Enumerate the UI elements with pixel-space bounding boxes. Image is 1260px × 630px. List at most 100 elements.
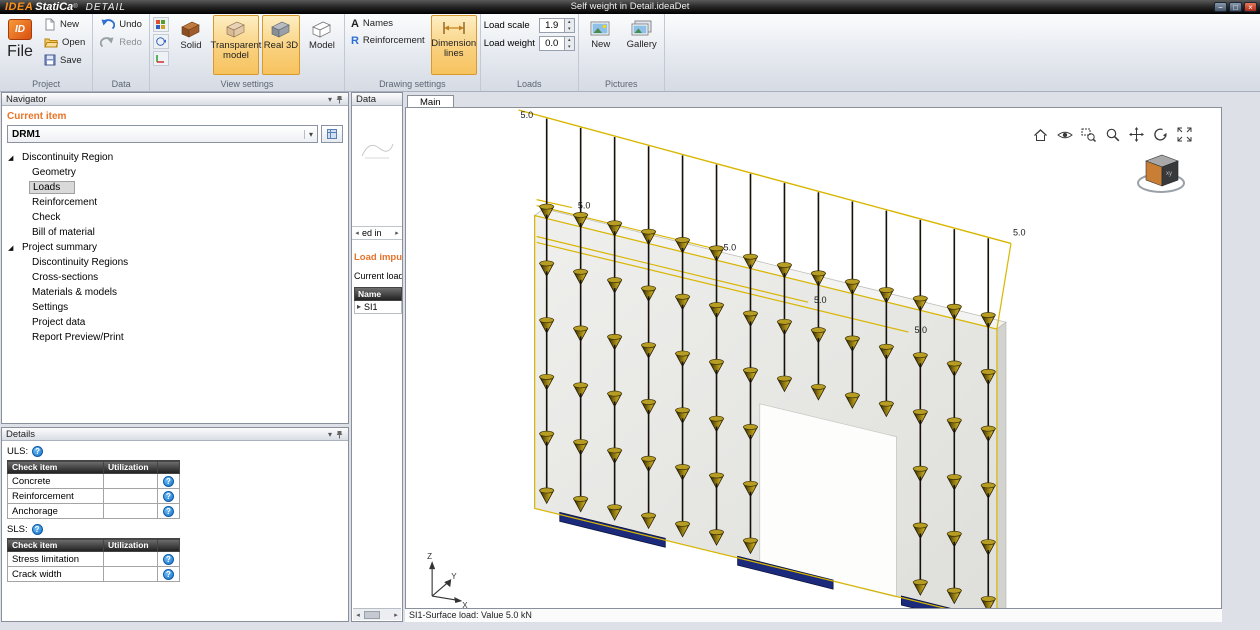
tree-item[interactable]: Cross-sections [2, 270, 348, 285]
names-toggle[interactable]: A Names [348, 15, 428, 32]
registered-icon: ® [73, 4, 77, 10]
tree-item[interactable]: Materials & models [2, 285, 348, 300]
orbit-button[interactable] [153, 34, 169, 49]
redo-button-label: Redo [119, 37, 142, 48]
tree-item-label: Cross-sections [29, 272, 101, 283]
item-actions-button[interactable] [321, 125, 343, 143]
load-weight-down-button[interactable]: ▾ [565, 44, 574, 51]
help-icon[interactable]: ? [163, 476, 174, 487]
tree-item[interactable]: Project data [2, 315, 348, 330]
tree-item[interactable]: Discontinuity Regions [2, 255, 348, 270]
panel-menu-icon[interactable]: ▾ [328, 95, 332, 104]
sls-label: SLS: [7, 524, 28, 535]
sls-table: Check item Utilization Stress limitation… [7, 538, 180, 582]
help-icon[interactable]: ? [163, 569, 174, 580]
save-button[interactable]: Save [40, 51, 89, 69]
transparent-model-button[interactable]: Transparent model [213, 15, 259, 75]
minimize-button[interactable]: − [1214, 2, 1227, 12]
expander-icon[interactable]: ◢ [8, 154, 19, 162]
solid-button-label: Solid [180, 41, 201, 51]
pan-button[interactable] [1128, 126, 1145, 143]
scroll-right-button[interactable]: ▸ [391, 611, 401, 619]
row-selector-icon: ▸ [357, 302, 361, 312]
tab-scroll-right-button[interactable]: ▸ [392, 229, 402, 237]
tab-load-in[interactable]: ed in [362, 228, 392, 238]
tree-item[interactable]: Loads [2, 180, 348, 195]
scene-3d: 5.05.05.05.05.05.0 Z Y X [406, 108, 1221, 608]
check-row: Anchorage? [8, 504, 180, 519]
axes-toggle-button[interactable] [153, 51, 169, 66]
uls-label: ULS: [7, 446, 28, 457]
eye-icon [1057, 129, 1073, 141]
tab-scroll-left-button[interactable]: ◂ [352, 229, 362, 237]
navigator-title: Navigator [6, 94, 47, 105]
picture-new-button[interactable]: New [582, 15, 620, 75]
data-panel-title: Data [356, 94, 376, 105]
navigation-cube[interactable]: xy [1135, 150, 1191, 196]
undo-button[interactable]: Undo [96, 15, 146, 33]
new-button[interactable]: New [40, 15, 89, 33]
viewport-canvas[interactable]: 5.05.05.05.05.05.0 Z Y X xy [405, 107, 1222, 609]
scroll-left-button[interactable]: ◂ [353, 611, 363, 619]
reinforcement-toggle[interactable]: R Reinforcement [348, 32, 428, 49]
grid-icon [327, 129, 337, 139]
load-scale-input[interactable]: 1.9 ▴▾ [539, 18, 575, 33]
current-load-label: Current load [354, 271, 402, 281]
utilization-cell [104, 552, 158, 567]
help-icon[interactable]: ? [163, 491, 174, 502]
tree-item[interactable]: Bill of material [2, 225, 348, 240]
load-weight-input[interactable]: 0.0 ▴▾ [539, 36, 575, 51]
horizontal-scrollbar[interactable]: ◂ ▸ [353, 608, 401, 620]
file-button-label: File [7, 43, 33, 61]
navigator-header: Navigator ▾ [2, 93, 348, 106]
zoom-all-button[interactable] [1032, 126, 1049, 143]
zoom-button[interactable] [1104, 126, 1121, 143]
load-scale-down-button[interactable]: ▾ [565, 26, 574, 33]
fit-view-button[interactable] [1176, 126, 1193, 143]
utilization-cell [104, 504, 158, 519]
scrollbar-thumb[interactable] [364, 611, 380, 619]
view-direction-button[interactable] [1056, 126, 1073, 143]
tree-item[interactable]: Geometry [2, 165, 348, 180]
redo-button[interactable]: Redo [96, 33, 146, 51]
solid-button[interactable]: Solid [172, 15, 210, 75]
details-panel: Details ▾ ULS: ? Check item Utilization … [1, 427, 349, 622]
open-button[interactable]: Open [40, 33, 89, 51]
data-panel: Data ◂ ed in ▸ Load impu Current load Na… [351, 92, 403, 622]
help-icon[interactable]: ? [163, 506, 174, 517]
help-icon[interactable]: ? [32, 446, 43, 457]
check-item-cell: Concrete [8, 474, 104, 489]
save-button-label: Save [60, 55, 82, 66]
navigator-panel: Navigator ▾ Current item DRM1 ▾ ◢Discont… [1, 92, 349, 424]
help-icon[interactable]: ? [163, 554, 174, 565]
view-toolbar [1032, 126, 1193, 143]
tree-group[interactable]: ◢Discontinuity Region [2, 150, 348, 165]
tree-item[interactable]: Report Preview/Print [2, 330, 348, 345]
group-label-project: Project [3, 78, 89, 91]
check-row: Crack width? [8, 567, 180, 582]
tree-group[interactable]: ◢Project summary [2, 240, 348, 255]
tree-group-label: Project summary [19, 242, 100, 253]
load-name: SI1 [364, 302, 378, 312]
file-button[interactable]: ID File [3, 15, 37, 75]
close-button[interactable]: × [1244, 2, 1257, 12]
load-row[interactable]: ▸ SI1 [354, 301, 402, 314]
rotate-button[interactable] [1152, 126, 1169, 143]
pin-icon[interactable] [335, 430, 344, 439]
maximize-button[interactable]: □ [1229, 2, 1242, 12]
expander-icon[interactable]: ◢ [8, 244, 19, 252]
dimension-lines-button[interactable]: Dimension lines [431, 15, 477, 75]
gallery-button[interactable]: Gallery [623, 15, 661, 75]
redo-icon [100, 36, 115, 49]
view-presets-button[interactable] [153, 17, 169, 32]
current-item-select[interactable]: DRM1 ▾ [7, 125, 318, 143]
panel-menu-icon[interactable]: ▾ [328, 430, 332, 439]
pin-icon[interactable] [335, 95, 344, 104]
model-button[interactable]: Model [303, 15, 341, 75]
tree-item[interactable]: Settings [2, 300, 348, 315]
tree-item[interactable]: Reinforcement [2, 195, 348, 210]
real-3d-button[interactable]: Real 3D [262, 15, 300, 75]
zoom-window-button[interactable] [1080, 126, 1097, 143]
help-icon[interactable]: ? [32, 524, 43, 535]
tree-item[interactable]: Check [2, 210, 348, 225]
